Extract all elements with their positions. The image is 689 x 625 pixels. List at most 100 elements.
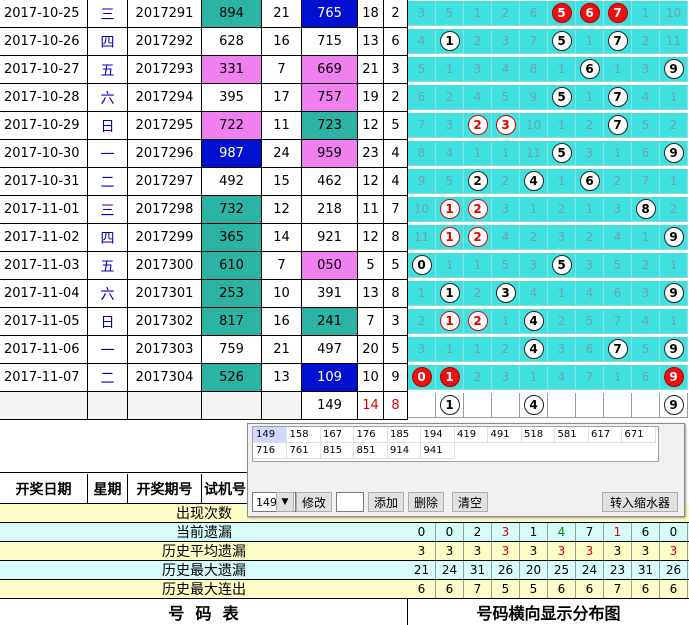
stats-value: 3 <box>660 542 688 560</box>
cell-sum2: 12 <box>358 168 384 196</box>
distribution-cell: 1 <box>660 309 688 334</box>
number-list-popup[interactable]: 149 158 167 176 185 194 419 491 518 581 617 671 716 7… <box>247 423 685 517</box>
cell-issue: 2017299 <box>128 224 202 252</box>
distribution-cell: 1 <box>464 1 492 26</box>
footer-left-title: 号 码 表 <box>0 598 408 625</box>
number-list-item[interactable]: 158 <box>286 427 321 443</box>
distribution-cell: 5 <box>548 1 576 26</box>
distribution-cell: 7 <box>520 29 548 54</box>
distribution-cell: 2 <box>464 169 492 194</box>
distribution-cell: 10 <box>408 197 436 222</box>
cell-sum2: 10 <box>358 364 384 392</box>
distribution-cell: 2 <box>408 309 436 334</box>
number-list-item[interactable]: 518 <box>521 427 555 443</box>
cell-sum2: 7 <box>358 308 384 336</box>
number-ball: 5 <box>551 3 572 23</box>
cell-date: 2017-11-02 <box>0 224 88 252</box>
stats-label: 历史最大遗漏 <box>162 563 246 579</box>
number-ball: 4 <box>523 395 544 415</box>
distribution-cell: 2 <box>464 29 492 54</box>
distribution-cell: 1 <box>436 57 464 82</box>
cell-sum2: 23 <box>358 140 384 168</box>
number-list-item[interactable]: 671 <box>621 427 656 443</box>
distribution-cell: 2 <box>464 113 492 138</box>
number-ball: 9 <box>663 59 684 79</box>
distribution-cell: 3 <box>520 253 548 278</box>
number-list-item[interactable]: 185 <box>387 427 421 443</box>
stats-value: 21 <box>408 561 436 579</box>
stats-value: 6 <box>548 580 576 598</box>
number-list-item[interactable]: 194 <box>420 427 455 443</box>
distribution-cell: 5 <box>632 337 660 362</box>
cell-issue: 2017291 <box>128 0 202 28</box>
number-ball: 7 <box>607 87 628 107</box>
number-ball: 2 <box>467 115 488 135</box>
forecast-empty <box>0 392 88 420</box>
number-input[interactable] <box>336 492 364 512</box>
number-ball: 4 <box>523 171 544 191</box>
cell-test: 526 <box>202 364 262 392</box>
number-ball: 9 <box>663 143 684 163</box>
stats-row: 历史最大遗漏 21 24 31 26 20 25 24 23 31 26 <box>0 561 689 580</box>
cell-sum1: 14 <box>262 224 302 252</box>
distribution-cell: 1 <box>632 1 660 26</box>
cell-sum1: 16 <box>262 28 302 56</box>
distribution-cell: 3 <box>548 337 576 362</box>
number-grid[interactable]: 149 158 167 176 185 194 419 491 518 581 617 671 716 7… <box>252 426 659 462</box>
number-list-item[interactable]: 716 <box>253 443 287 459</box>
distribution-cell: 4 <box>436 141 464 166</box>
number-list-item[interactable]: 176 <box>353 427 388 443</box>
stats-value: 6 <box>632 580 660 598</box>
number-list-item[interactable]: 617 <box>588 427 622 443</box>
cell-win: 715 <box>302 28 358 56</box>
add-button[interactable]: 添加 <box>368 492 404 512</box>
cell-sum2: 12 <box>358 112 384 140</box>
stats-value: 26 <box>492 561 520 579</box>
cell-win: 218 <box>302 196 358 224</box>
number-list-item[interactable]: 149 <box>253 427 287 443</box>
distribution-cell: 9 <box>660 337 688 362</box>
distribution-cell <box>632 393 660 418</box>
cell-sum2: 5 <box>358 252 384 280</box>
number-list-item[interactable]: 851 <box>353 443 388 459</box>
stats-label: 当前遗漏 <box>176 525 232 541</box>
number-ball: 2 <box>467 199 488 219</box>
distribution-cell: 10 <box>520 113 548 138</box>
number-list-item[interactable]: 815 <box>320 443 354 459</box>
stats-label: 历史平均遗漏 <box>162 544 246 560</box>
distribution-cell: 1 <box>436 29 464 54</box>
distribution-cell: 1 <box>604 365 632 390</box>
modify-button[interactable]: 修改 <box>296 492 332 512</box>
distribution-cell: 2 <box>492 1 520 26</box>
number-list-item[interactable]: 167 <box>320 427 354 443</box>
delete-button[interactable]: 删除 <box>408 492 444 512</box>
number-list-item[interactable]: 914 <box>387 443 421 459</box>
transfer-to-filter-button[interactable]: 转入缩水器 <box>602 492 678 512</box>
number-ball: 6 <box>579 171 600 191</box>
combo-dropdown-button[interactable]: ▼ <box>276 492 294 512</box>
number-list-item[interactable]: 419 <box>454 427 488 443</box>
stats-value: 3 <box>520 542 548 560</box>
cell-sum1: 15 <box>262 168 302 196</box>
number-list-item[interactable]: 581 <box>554 427 589 443</box>
number-list-item[interactable]: 761 <box>286 443 321 459</box>
stats-value: 1 <box>520 523 548 541</box>
distribution-cell: 11 <box>520 141 548 166</box>
distribution-cell: 4 <box>604 225 632 250</box>
cell-issue: 2017304 <box>128 364 202 392</box>
number-list-item[interactable]: 491 <box>487 427 522 443</box>
cell-issue: 2017295 <box>128 112 202 140</box>
cell-sum2: 12 <box>358 224 384 252</box>
cell-span: 3 <box>384 56 408 84</box>
cell-date: 2017-11-03 <box>0 252 88 280</box>
cell-test: 628 <box>202 28 262 56</box>
header-issue: 开奖期号 <box>128 474 202 504</box>
cell-sum1: 10 <box>262 280 302 308</box>
number-list-item[interactable]: 941 <box>420 443 455 459</box>
distribution-cell: 9 <box>408 169 436 194</box>
clear-button[interactable]: 清空 <box>452 492 488 512</box>
number-ball: 2 <box>467 171 488 191</box>
number-ball: 6 <box>579 3 600 23</box>
distribution-cell: 0 <box>408 253 436 278</box>
cell-span: 4 <box>384 140 408 168</box>
